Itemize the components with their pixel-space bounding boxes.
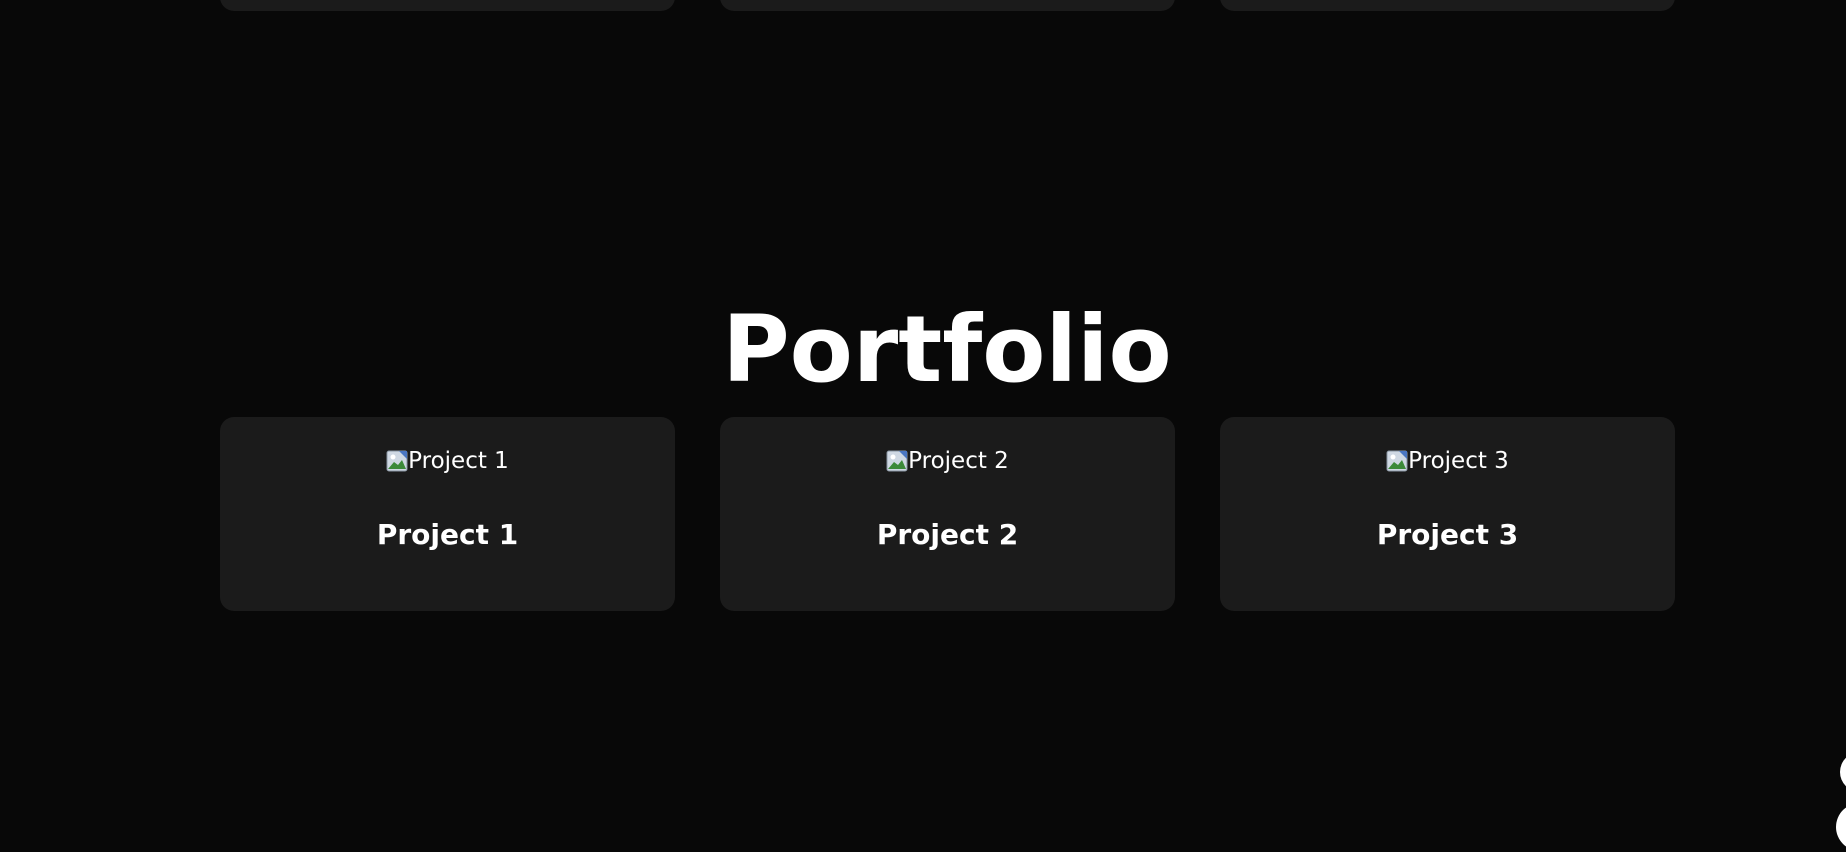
previous-section-card — [220, 0, 675, 11]
project-title: Project 1 — [376, 518, 519, 551]
project-card-1[interactable]: Project 1 Project 1 — [220, 417, 675, 611]
previous-section-card — [1220, 0, 1675, 11]
project-card-3[interactable]: Project 3 Project 3 — [1220, 417, 1675, 611]
circle-button-icon[interactable] — [1836, 803, 1846, 851]
project-card-2[interactable]: Project 2 Project 2 — [720, 417, 1175, 611]
project-title: Project 2 — [876, 518, 1019, 551]
project-image: Project 1 — [220, 445, 675, 477]
project-image-alt: Project 2 — [908, 448, 1009, 474]
broken-image-icon — [886, 449, 908, 472]
project-title: Project 3 — [1376, 518, 1519, 551]
page: Portfolio Project 1 Project 1 Project 2 … — [0, 0, 1846, 852]
project-image-alt: Project 3 — [1408, 448, 1509, 474]
project-image: Project 3 — [1220, 445, 1675, 477]
circle-button-icon[interactable] — [1840, 752, 1846, 792]
broken-image-icon — [386, 449, 408, 472]
project-image-alt: Project 1 — [408, 448, 509, 474]
project-image: Project 2 — [720, 445, 1175, 477]
portfolio-heading: Portfolio — [722, 296, 1172, 403]
broken-image-icon — [1386, 449, 1408, 472]
previous-section-card — [720, 0, 1175, 11]
